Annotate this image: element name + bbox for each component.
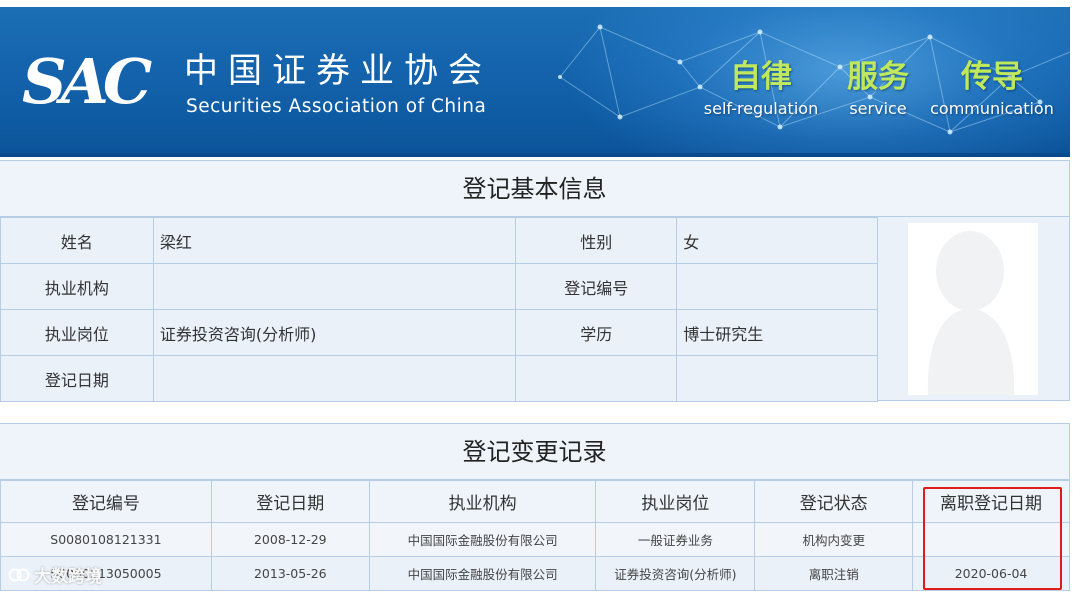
column-header: 执业岗位 — [595, 480, 756, 523]
info-row: 执业岗位 证券投资咨询(分析师) 学历 博士研究生 — [0, 309, 878, 356]
table-cell: 2020-06-04 — [912, 556, 1070, 591]
org-name-en: Securities Association of China — [186, 96, 487, 117]
change-records-panel: 登记变更记录 登记编号 登记日期 执业机构 执业岗位 登记状态 离职登记日期 S… — [0, 423, 1070, 591]
column-header: 登记编号 — [0, 480, 212, 523]
slogan-en: self-regulation — [703, 99, 819, 118]
header-banner: SAC 中国证券业协会 Securities Association of Ch… — [0, 7, 1070, 157]
org-label: 执业机构 — [0, 263, 154, 310]
slogan-communication: 传导 communication — [928, 57, 1056, 118]
profile-photo — [908, 223, 1038, 395]
gender-value: 女 — [676, 217, 878, 264]
table-cell — [912, 522, 1070, 557]
sac-logo: SAC — [22, 45, 152, 118]
info-row: 执业机构 登记编号 — [0, 263, 878, 310]
column-header: 登记状态 — [754, 480, 914, 523]
basic-info-table: 姓名 梁红 性别 女 执业机构 登记编号 执业岗位 证券投资咨询(分析师) 学历… — [0, 217, 878, 402]
position-value: 证券投资咨询(分析师) — [152, 309, 517, 356]
change-records-table: 登记编号 登记日期 执业机构 执业岗位 登记状态 离职登记日期 S0080108… — [0, 480, 1070, 591]
slogan-cn: 自律 — [730, 59, 792, 95]
gender-label: 性别 — [515, 217, 678, 264]
reg-date-value — [152, 355, 517, 402]
table-cell: 2013-05-26 — [210, 556, 370, 591]
watermark-logo-icon — [8, 568, 30, 581]
slogan-service: 服务 service — [836, 57, 920, 118]
table-cell: 2008-12-29 — [210, 522, 370, 557]
column-header: 登记日期 — [210, 480, 370, 523]
basic-info-panel: 登记基本信息 姓名 梁红 性别 女 执业机构 登记编号 执业岗位 证券投资咨询(… — [0, 160, 1070, 402]
table-cell: 中国国际金融股份有限公司 — [368, 522, 597, 557]
table-row: S0080108121331 2008-12-29 中国国际金融股份有限公司 一… — [0, 522, 1070, 557]
table-cell: 离职注销 — [754, 556, 914, 591]
slogan-cn: 传导 — [961, 59, 1023, 95]
empty-cell — [515, 355, 678, 402]
table-cell: 证券投资咨询(分析师) — [595, 556, 756, 591]
slogan-en: service — [849, 99, 907, 118]
basic-info-title: 登记基本信息 — [0, 161, 1069, 217]
watermark: 大数跨境 — [8, 562, 102, 587]
org-value — [152, 263, 517, 310]
education-value: 博士研究生 — [676, 309, 878, 356]
avatar-placeholder-icon — [908, 223, 1038, 395]
reg-no-value — [676, 263, 878, 310]
change-records-title: 登记变更记录 — [0, 424, 1069, 480]
slogan-cn: 服务 — [847, 59, 909, 95]
watermark-text: 大数跨境 — [34, 567, 102, 587]
info-row: 姓名 梁红 性别 女 — [0, 217, 878, 264]
slogan-en: communication — [930, 99, 1054, 118]
org-name-cn: 中国证券业协会 — [184, 51, 492, 91]
table-cell: S0080108121331 — [0, 522, 212, 557]
reg-no-label: 登记编号 — [515, 263, 678, 310]
column-header: 执业机构 — [368, 480, 597, 523]
slogan-self-regulation: 自律 self-regulation — [700, 57, 822, 118]
table-cell: 中国国际金融股份有限公司 — [368, 556, 597, 591]
name-value: 梁红 — [152, 217, 517, 264]
table-cell: 机构内变更 — [754, 522, 914, 557]
education-label: 学历 — [515, 309, 678, 356]
table-header-row: 登记编号 登记日期 执业机构 执业岗位 登记状态 离职登记日期 — [0, 480, 1070, 523]
position-label: 执业岗位 — [0, 309, 154, 356]
name-label: 姓名 — [0, 217, 154, 264]
empty-cell — [676, 355, 878, 402]
info-row: 登记日期 — [0, 355, 878, 402]
column-header: 离职登记日期 — [912, 480, 1070, 523]
table-cell: 一般证券业务 — [595, 522, 756, 557]
table-row: S0080513050005 2013-05-26 中国国际金融股份有限公司 证… — [0, 556, 1070, 591]
reg-date-label: 登记日期 — [0, 355, 154, 402]
